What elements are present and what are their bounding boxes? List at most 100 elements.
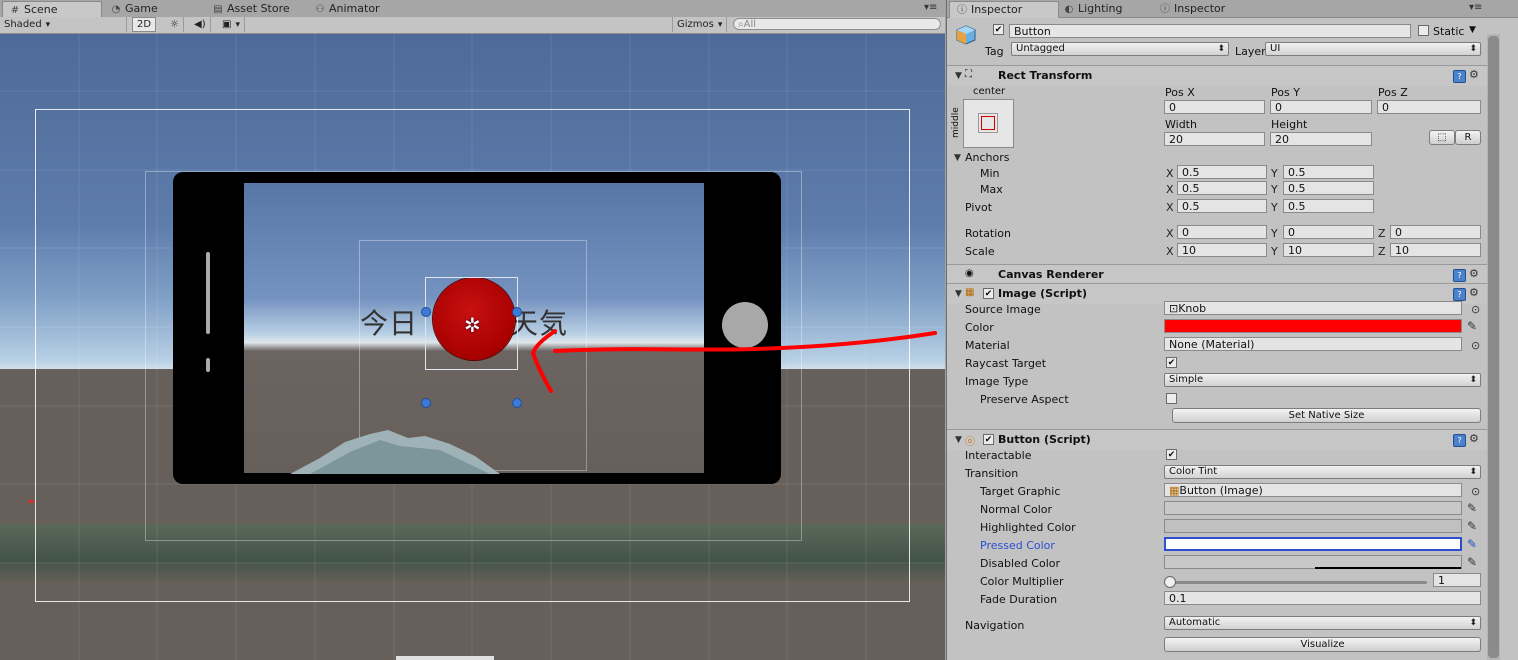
tag-dropdown[interactable]: Untagged (1011, 42, 1229, 56)
scale-y-input[interactable]: 10 (1283, 243, 1374, 257)
tag-label: Tag (985, 45, 1004, 58)
help-icon[interactable]: ? (1453, 269, 1466, 282)
button-enabled-checkbox[interactable] (983, 434, 994, 445)
help-icon[interactable]: ? (1453, 70, 1466, 83)
rect-transform-header[interactable]: ▼ ⛶ Rect Transform ? ⚙ (947, 65, 1487, 86)
scene-toolbar: Shaded 2D ☼ ◀) ▣ Gizmos ⌕All (0, 17, 945, 34)
anchor-max-y-input[interactable]: 0.5 (1283, 181, 1374, 195)
resize-handle-tl[interactable] (421, 307, 431, 317)
pivot-y-input[interactable]: 0.5 (1283, 199, 1374, 213)
object-picker-icon[interactable]: ⊙ (1471, 303, 1480, 316)
resize-handle-br[interactable] (512, 398, 522, 408)
tab-inspector[interactable]: ⓘ Inspector (949, 1, 1059, 18)
lighting-toggle-icon[interactable]: ☼ (166, 17, 184, 32)
static-dropdown-icon[interactable]: ▼ (1469, 25, 1476, 35)
preserve-aspect-checkbox[interactable] (1166, 393, 1177, 404)
resize-handle-bl[interactable] (421, 398, 431, 408)
width-input[interactable]: 20 (1164, 132, 1265, 146)
static-checkbox[interactable] (1418, 25, 1429, 36)
settings-gear-icon[interactable]: ⚙ (1469, 68, 1479, 81)
navigation-dropdown[interactable]: Automatic (1164, 616, 1481, 630)
fade-duration-input[interactable]: 0.1 (1164, 591, 1481, 605)
eyedropper-icon[interactable]: ✎ (1467, 519, 1477, 533)
material-field[interactable]: None (Material) (1164, 337, 1462, 351)
effects-toggle-icon[interactable]: ▣ (218, 17, 245, 32)
expand-triangle-icon[interactable]: ▼ (955, 435, 962, 445)
interactable-checkbox[interactable] (1166, 449, 1177, 460)
layer-dropdown[interactable]: UI (1265, 42, 1481, 56)
visualize-button[interactable]: Visualize (1164, 637, 1481, 652)
tab-asset-store[interactable]: ▤ Asset Store (206, 1, 296, 17)
canvas-renderer-header[interactable]: ◉ Canvas Renderer ? ⚙ (947, 264, 1487, 285)
anchor-min-y-input[interactable]: 0.5 (1283, 165, 1374, 179)
tab-scene[interactable]: # Scene (2, 1, 102, 18)
height-input[interactable]: 20 (1270, 132, 1372, 146)
panel-menu-icon[interactable]: ▾≡ (924, 2, 937, 13)
target-graphic-field[interactable]: ▦Button (Image) (1164, 483, 1462, 497)
color-multiplier-input[interactable]: 1 (1433, 573, 1481, 587)
highlighted-color-label: Highlighted Color (980, 521, 1076, 534)
blueprint-mode-button[interactable]: ⬚ (1429, 130, 1455, 145)
gizmos-dropdown[interactable]: Gizmos (672, 17, 728, 32)
shading-mode-dropdown[interactable]: Shaded (0, 17, 127, 32)
pivot-x-input[interactable]: 0.5 (1177, 199, 1267, 213)
anchor-max-x-input[interactable]: 0.5 (1177, 181, 1267, 195)
object-picker-icon[interactable]: ⊙ (1471, 339, 1480, 352)
settings-gear-icon[interactable]: ⚙ (1469, 267, 1479, 280)
anchors-expand-icon[interactable]: ▼ (954, 153, 961, 163)
scene-scrollbar[interactable] (396, 656, 494, 660)
rotation-z-input[interactable]: 0 (1390, 225, 1481, 239)
phone-speaker (206, 252, 210, 334)
anchor-presets-button[interactable] (963, 99, 1014, 148)
expand-triangle-icon[interactable]: ▼ (955, 71, 962, 81)
object-picker-icon[interactable]: ⊙ (1471, 485, 1480, 498)
help-icon[interactable]: ? (1453, 434, 1466, 447)
tab-inspector-2[interactable]: ⓘ Inspector (1153, 1, 1231, 17)
scene-panel: # Scene ◔ Game ▤ Asset Store ⚇ Animator ▾≡ S… (0, 0, 945, 660)
color-label: Color (965, 321, 994, 334)
tab-game[interactable]: ◔ Game (104, 1, 164, 17)
tab-animator[interactable]: ⚇ Animator (308, 1, 386, 17)
raw-edit-button[interactable]: R (1455, 130, 1481, 145)
pos-y-input[interactable]: 0 (1270, 100, 1372, 114)
color-multiplier-slider[interactable] (1169, 581, 1427, 584)
toggle-2d-button[interactable]: 2D (132, 17, 157, 32)
button-component-header[interactable]: ▼ ⓞ Button (Script) ? ⚙ (947, 429, 1487, 450)
scale-z-input[interactable]: 10 (1390, 243, 1481, 257)
eyedropper-icon[interactable]: ✎ (1467, 501, 1477, 515)
expand-triangle-icon[interactable]: ▼ (955, 289, 962, 299)
settings-gear-icon[interactable]: ⚙ (1469, 286, 1479, 299)
set-native-size-button[interactable]: Set Native Size (1172, 408, 1481, 423)
eyedropper-icon[interactable]: ✎ (1467, 319, 1477, 333)
raycast-target-checkbox[interactable] (1166, 357, 1177, 368)
image-enabled-checkbox[interactable] (983, 288, 994, 299)
rotation-x-input[interactable]: 0 (1177, 225, 1267, 239)
pivot-icon[interactable]: ✲ (464, 313, 481, 337)
scale-x-input[interactable]: 10 (1177, 243, 1267, 257)
audio-toggle-icon[interactable]: ◀) (190, 17, 211, 32)
help-icon[interactable]: ? (1453, 288, 1466, 301)
scene-search-input[interactable]: ⌕All (733, 18, 941, 30)
normal-color-swatch[interactable] (1164, 501, 1462, 515)
anchor-min-x-input[interactable]: 0.5 (1177, 165, 1267, 179)
rotation-y-input[interactable]: 0 (1283, 225, 1374, 239)
highlighted-color-swatch[interactable] (1164, 519, 1462, 533)
source-image-field[interactable]: ⊡Knob (1164, 301, 1462, 315)
settings-gear-icon[interactable]: ⚙ (1469, 432, 1479, 445)
resize-handle-tr[interactable] (512, 307, 522, 317)
slider-thumb[interactable] (1164, 576, 1176, 588)
pressed-color-swatch[interactable] (1164, 537, 1462, 551)
pos-z-input[interactable]: 0 (1377, 100, 1481, 114)
scale-label: Scale (965, 245, 995, 258)
image-type-dropdown[interactable]: Simple (1164, 373, 1481, 387)
color-swatch[interactable] (1164, 319, 1462, 333)
eyedropper-icon[interactable]: ✎ (1467, 537, 1477, 551)
eyedropper-icon[interactable]: ✎ (1467, 555, 1477, 569)
tab-lighting[interactable]: ◐ Lighting (1057, 1, 1128, 17)
inspector-scroll-thumb[interactable] (1488, 36, 1499, 658)
gameobject-active-checkbox[interactable] (993, 24, 1004, 35)
transition-dropdown[interactable]: Color Tint (1164, 465, 1481, 479)
inspector-menu-icon[interactable]: ▾≡ (1469, 2, 1482, 13)
pos-x-input[interactable]: 0 (1164, 100, 1265, 114)
gameobject-name-input[interactable]: Button (1009, 24, 1411, 38)
